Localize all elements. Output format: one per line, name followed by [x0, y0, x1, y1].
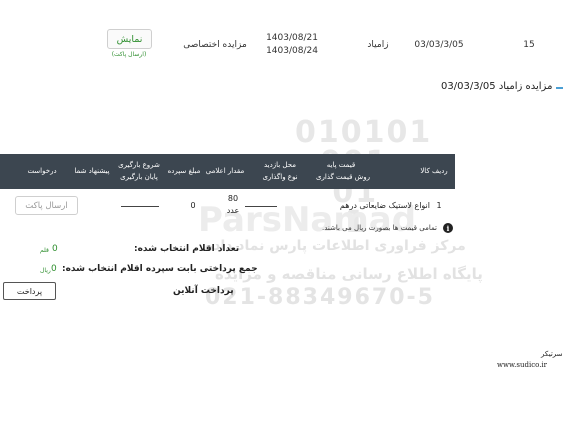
section-title: مزایده زامیاد 03/03/3/05	[441, 81, 553, 92]
th-loading-start: شروع بارگیری	[118, 161, 160, 169]
th-base-price: قیمت پایه	[326, 161, 356, 169]
watermark-line1: مرکز فراوری اطلاعات پارس نماد داده	[205, 238, 466, 254]
show-button-sub: (ارسال پاکت)	[111, 51, 147, 58]
top-row-date-start: 1403/08/21	[266, 33, 318, 43]
table-header: ردیف کالا قیمت پایه روش قیمت گذاری محل ب…	[0, 154, 455, 189]
th-pricing-method: روش قیمت گذاری	[316, 173, 370, 181]
footer-site[interactable]: www.sudico.ir	[497, 361, 547, 369]
th-visit-place: محل بازدید	[264, 161, 296, 169]
th-transfer-type: نوع واگذاری	[262, 173, 298, 181]
th-quantity: مقدار اعلامی	[205, 167, 245, 175]
selected-count-unit: قلم	[40, 247, 49, 254]
row-visit-dash	[245, 206, 277, 207]
info-icon: i	[443, 223, 453, 233]
row-loading-dash	[121, 206, 159, 207]
pay-button[interactable]: پرداخت	[3, 282, 56, 300]
show-button[interactable]: نمایش	[107, 29, 152, 49]
top-row-type: مزایده اختصاصی	[183, 40, 247, 50]
top-row-company: زامیاد	[367, 40, 389, 50]
row-qty-unit: عدد	[226, 206, 240, 215]
th-request: درخواست	[27, 167, 57, 175]
top-row-number: 15	[523, 40, 535, 50]
section-dash	[556, 87, 563, 89]
row-index: 1	[436, 201, 442, 210]
th-loading-end: پایان بارگیری	[120, 173, 158, 181]
top-row-date-end: 1403/08/24	[266, 46, 318, 56]
th-your-offer: پیشنهاد شما	[74, 167, 110, 175]
th-row-item: ردیف کالا	[420, 167, 448, 175]
row-deposit: 0	[190, 201, 196, 210]
watermark-phone: 021-88349670-5	[205, 285, 435, 310]
selected-count-label: تعداد اقلام انتخاب شده:	[134, 244, 240, 254]
currency-note: تمامی قیمت ها بصورت ریال می باشند.	[322, 224, 437, 232]
selected-count-value: 0	[52, 244, 58, 254]
total-deposit-unit: ریال	[40, 267, 51, 274]
top-row-code: 03/03/3/05	[414, 40, 464, 50]
footer-label: سرتیکر	[541, 350, 563, 358]
total-deposit-label: جمع پرداختی بابت سپرده اقلام انتخاب شده:	[62, 264, 258, 274]
row-item-name: انواع لاستیک ضایعاتی درهم	[339, 201, 430, 210]
total-deposit-value: 0	[51, 264, 57, 274]
send-packet-button[interactable]: ارسال پاکت	[15, 196, 78, 215]
th-deposit: مبلغ سپرده	[167, 167, 201, 175]
row-qty-value: 80	[227, 194, 239, 203]
online-payment-link[interactable]: پرداخت آنلاین	[173, 286, 234, 296]
